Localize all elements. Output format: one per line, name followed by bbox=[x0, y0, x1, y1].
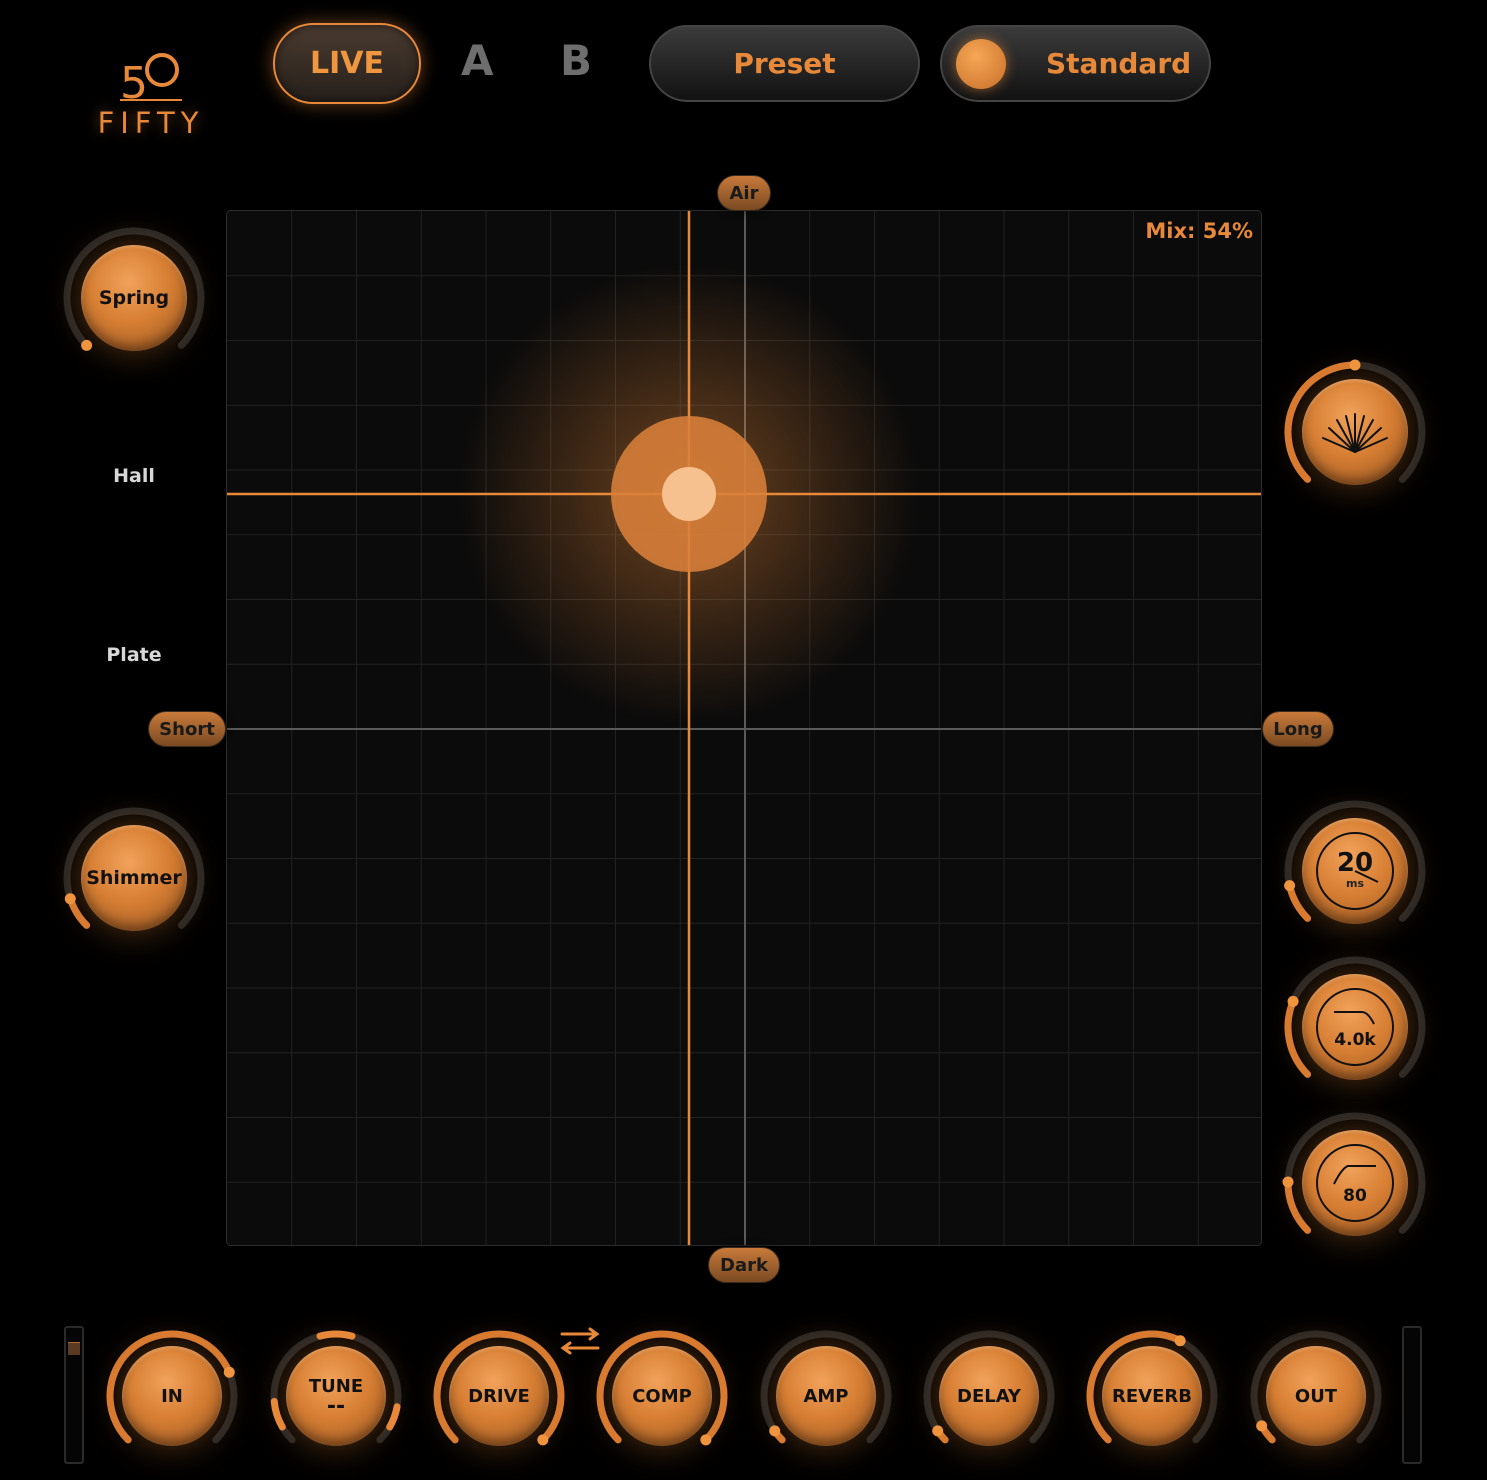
chain-knob-cap: DRIVE bbox=[449, 1346, 549, 1446]
standard-mode-label: Standard bbox=[1046, 47, 1192, 80]
diffusion-fan-icon bbox=[1322, 413, 1388, 453]
knob-range-segment bbox=[386, 1403, 401, 1431]
chain-knob-cap: COMP bbox=[612, 1346, 712, 1446]
chain-knob-cap: OUT bbox=[1266, 1346, 1366, 1446]
fifty-logo-mark: 5 bbox=[120, 53, 182, 104]
svg-text:5: 5 bbox=[120, 58, 148, 104]
xy-pad-grid bbox=[227, 211, 1261, 1245]
highpass-knob-cap: 80 bbox=[1302, 1130, 1408, 1236]
highpass-value: 80 bbox=[1343, 1186, 1367, 1206]
chain-knob-label: AMP bbox=[803, 1385, 849, 1407]
chain-knob-delay[interactable]: DELAY bbox=[919, 1326, 1059, 1466]
swap-order-icon[interactable] bbox=[560, 1326, 600, 1356]
axis-label-long: Long bbox=[1262, 711, 1334, 747]
chain-knob-label: REVERB bbox=[1112, 1385, 1192, 1407]
predelay-value: 20 bbox=[1336, 848, 1374, 878]
knob-indicator bbox=[700, 1434, 712, 1446]
spring-knob[interactable]: Spring bbox=[59, 223, 209, 373]
predelay-knob[interactable]: 20 ms bbox=[1280, 796, 1430, 946]
standard-mode-toggle[interactable]: Standard bbox=[940, 25, 1211, 102]
knob-indicator bbox=[537, 1434, 549, 1446]
shimmer-knob-label: Shimmer bbox=[81, 825, 187, 931]
knob-indicator bbox=[81, 339, 93, 351]
lowpass-dial: 4.0k bbox=[1316, 988, 1394, 1066]
chain-knob-cap: DELAY bbox=[939, 1346, 1039, 1446]
logo-wordmark: FIFTY bbox=[97, 106, 205, 140]
chain-knob-sublabel: -- bbox=[326, 1393, 346, 1419]
snapshot-a-button[interactable]: A bbox=[461, 36, 494, 85]
toggle-indicator-icon bbox=[956, 38, 1006, 89]
chain-knob-label: OUT bbox=[1294, 1385, 1338, 1407]
xy-pad[interactable]: Mix: 54% bbox=[226, 210, 1262, 1246]
knob-range-segment bbox=[270, 1397, 286, 1431]
knob-indicator bbox=[1287, 995, 1299, 1007]
knob-indicator bbox=[769, 1425, 781, 1437]
axis-label-air: Air bbox=[717, 175, 771, 211]
highpass-knob[interactable]: 80 bbox=[1280, 1108, 1430, 1258]
knob-indicator bbox=[64, 893, 76, 905]
chain-knob-in[interactable]: IN bbox=[102, 1326, 242, 1466]
xy-puck-handle bbox=[662, 467, 716, 521]
chain-knob-label: DRIVE bbox=[468, 1385, 530, 1407]
spring-knob-label: Spring bbox=[81, 245, 187, 351]
knob-indicator bbox=[1174, 1335, 1186, 1347]
knob-indicator bbox=[1282, 1176, 1294, 1188]
axis-label-short: Short bbox=[148, 711, 226, 747]
chain-knob-amp[interactable]: AMP bbox=[756, 1326, 896, 1466]
highpass-dial: 80 bbox=[1316, 1144, 1394, 1222]
axis-label-dark: Dark bbox=[708, 1247, 780, 1283]
diffusion-knob[interactable] bbox=[1280, 357, 1430, 507]
predelay-unit: ms bbox=[1345, 877, 1364, 890]
preset-button[interactable]: Preset bbox=[649, 25, 920, 102]
input-level-meter bbox=[64, 1326, 84, 1464]
live-mode-button[interactable]: LIVE bbox=[273, 23, 421, 104]
chain-knob-comp[interactable]: COMP bbox=[592, 1326, 732, 1466]
chain-knob-label: DELAY bbox=[957, 1385, 1021, 1407]
chain-knob-tune[interactable]: TUNE -- bbox=[266, 1326, 406, 1466]
chain-knob-label: COMP bbox=[632, 1385, 692, 1407]
knob-indicator bbox=[223, 1366, 235, 1378]
mix-readout: Mix: 54% bbox=[1145, 219, 1253, 243]
lowpass-knob[interactable]: 4.0k bbox=[1280, 952, 1430, 1102]
lowpass-value: 4.0k bbox=[1334, 1030, 1376, 1050]
reverb-type-plate[interactable]: Plate bbox=[64, 644, 204, 666]
knob-indicator bbox=[1256, 1420, 1268, 1432]
lowpass-knob-cap: 4.0k bbox=[1302, 974, 1408, 1080]
predelay-dial: 20 ms bbox=[1316, 832, 1394, 910]
diffusion-knob-cap bbox=[1302, 379, 1408, 485]
chain-knob-cap: AMP bbox=[776, 1346, 876, 1446]
chain-knob-label: IN bbox=[161, 1385, 183, 1407]
fifty-logo: 5 FIFTY bbox=[88, 48, 218, 148]
chain-knob-drive[interactable]: DRIVE bbox=[429, 1326, 569, 1466]
shimmer-knob[interactable]: Shimmer bbox=[59, 803, 209, 953]
chain-knob-out[interactable]: OUT bbox=[1246, 1326, 1386, 1466]
chain-knob-reverb[interactable]: REVERB bbox=[1082, 1326, 1222, 1466]
predelay-knob-cap: 20 ms bbox=[1302, 818, 1408, 924]
reverb-type-hall[interactable]: Hall bbox=[64, 465, 204, 487]
chain-knob-cap: TUNE -- bbox=[286, 1346, 386, 1446]
knob-indicator bbox=[1284, 880, 1296, 892]
knob-range-segment bbox=[316, 1330, 356, 1340]
snapshot-b-button[interactable]: B bbox=[560, 36, 592, 85]
input-level-fill bbox=[68, 1342, 80, 1355]
chain-knob-cap: REVERB bbox=[1102, 1346, 1202, 1446]
knob-indicator bbox=[1349, 359, 1361, 371]
chain-knob-cap: IN bbox=[122, 1346, 222, 1446]
output-level-meter bbox=[1402, 1326, 1422, 1464]
knob-indicator bbox=[932, 1425, 944, 1437]
